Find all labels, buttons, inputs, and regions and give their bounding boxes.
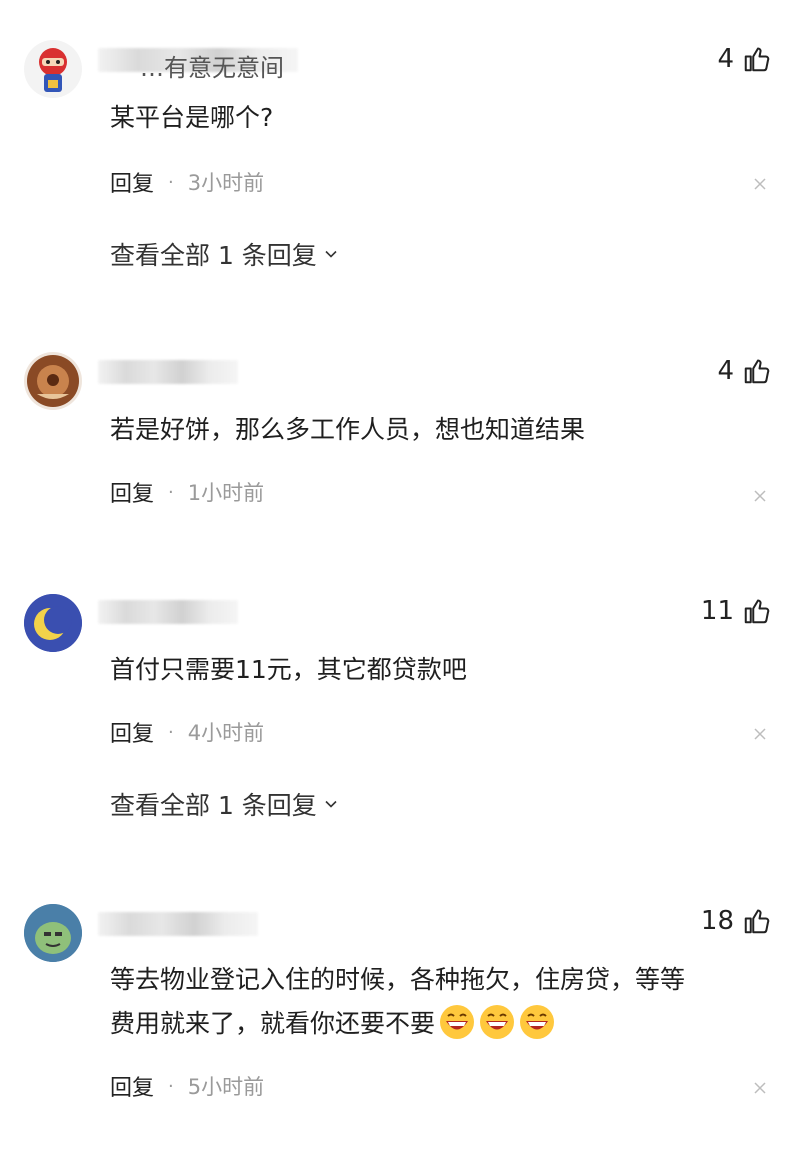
username-blurred[interactable] [98, 600, 238, 624]
separator-dot: · [168, 481, 174, 503]
username-blurred[interactable] [98, 912, 258, 936]
thumbs-up-icon [744, 909, 770, 934]
like-button[interactable]: 18 [701, 906, 772, 936]
comment-text: 等去物业登记入住的时候，各种拖欠，住房贷，等等 费用就来了，就看你还要不要 [110, 958, 770, 1046]
grinning-face-icon [520, 1005, 555, 1039]
like-count: 18 [700, 906, 734, 936]
comment-text: 若是好饼，那么多工作人员，想也知道结果 [110, 415, 586, 444]
timestamp: 3小时前 [187, 171, 265, 195]
chevron-down-icon [325, 250, 337, 258]
avatar-image-icon [24, 904, 82, 962]
comment-text-line-2-text: 费用就来了，就看你还要不要 [110, 1009, 436, 1038]
username-blurred[interactable] [98, 360, 238, 384]
avatar[interactable] [24, 904, 82, 962]
close-icon [754, 728, 766, 740]
view-replies-button[interactable]: 查看全部 1 条回复 [110, 786, 339, 822]
timestamp: 5小时前 [187, 1075, 265, 1099]
grinning-face-icon [480, 1005, 515, 1039]
comment-meta: 回复 · 1小时前 [110, 476, 264, 508]
separator-dot: · [168, 1075, 174, 1097]
comment-meta: 回复 · 4小时前 [110, 716, 264, 748]
like-count: 11 [700, 596, 734, 626]
chevron-down-icon [325, 800, 337, 808]
grinning-face-icon [440, 1005, 475, 1039]
reply-button[interactable]: 回复 [110, 1070, 154, 1102]
timestamp: 4小时前 [187, 721, 265, 745]
view-replies-button[interactable]: 查看全部 1 条回复 [110, 236, 339, 272]
view-replies-label: 查看全部 1 条回复 [110, 241, 317, 270]
like-button[interactable]: 4 [717, 356, 772, 386]
close-button[interactable] [752, 488, 768, 504]
avatar[interactable] [24, 352, 82, 410]
like-count: 4 [717, 356, 734, 386]
comment-text: 首付只需要11元，其它都贷款吧 [110, 655, 467, 684]
avatar-image-icon [24, 594, 82, 652]
close-icon [754, 1082, 766, 1094]
comment-meta: 回复 · 3小时前 [110, 166, 264, 198]
close-button[interactable] [752, 176, 768, 192]
like-button[interactable]: 4 [717, 44, 772, 74]
thumbs-up-icon [744, 359, 770, 384]
close-button[interactable] [752, 726, 768, 742]
comment-text: 某平台是哪个? [110, 103, 274, 132]
comment-text-line-1: 等去物业登记入住的时候，各种拖欠，住房贷，等等 [110, 965, 686, 994]
timestamp: 1小时前 [187, 481, 265, 505]
reply-button[interactable]: 回复 [110, 476, 154, 508]
avatar[interactable] [24, 40, 82, 98]
avatar-image-icon [39, 48, 67, 92]
close-button[interactable] [752, 1080, 768, 1096]
avatar[interactable] [24, 594, 82, 652]
avatar-image-icon [27, 355, 79, 407]
separator-dot: · [168, 171, 174, 193]
close-icon [754, 490, 766, 502]
like-button[interactable]: 11 [701, 596, 772, 626]
like-count: 4 [717, 44, 734, 74]
comment-text-line-2: 费用就来了，就看你还要不要 [110, 1002, 770, 1046]
thumbs-up-icon [744, 599, 770, 624]
view-replies-label: 查看全部 1 条回复 [110, 791, 317, 820]
separator-dot: · [168, 721, 174, 743]
comment-meta: 回复 · 5小时前 [110, 1070, 264, 1102]
reply-button[interactable]: 回复 [110, 716, 154, 748]
username-fragment: …有意无意间 [140, 54, 284, 82]
thumbs-up-icon [744, 47, 770, 72]
close-icon [754, 178, 766, 190]
reply-button[interactable]: 回复 [110, 166, 154, 198]
